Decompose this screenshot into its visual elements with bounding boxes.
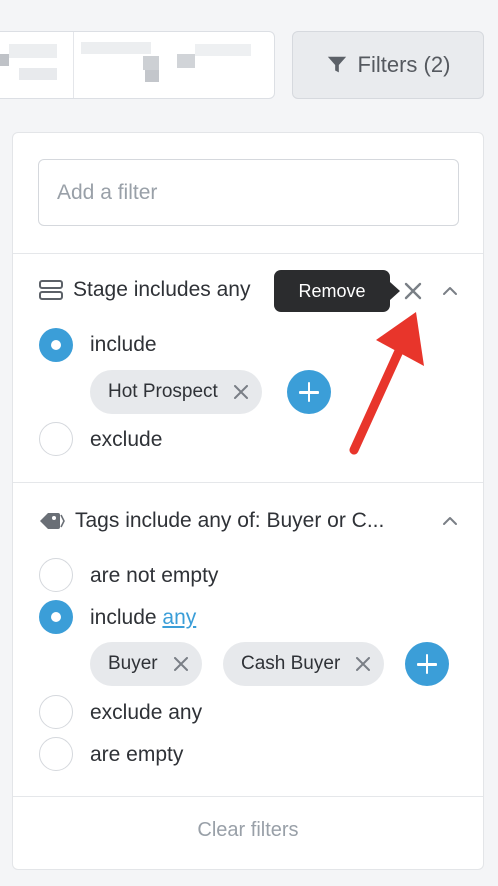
search-divider <box>73 32 74 98</box>
stage-exclude-radio[interactable] <box>39 422 73 456</box>
stage-add-chip-button[interactable] <box>287 370 331 414</box>
tags-chip: Buyer <box>90 642 202 686</box>
annotation-arrow-icon <box>349 312 424 455</box>
filters-panel: Stage includes any include Hot Prospect … <box>12 132 484 870</box>
filters-button[interactable]: Filters (2) <box>292 31 484 99</box>
tags-not-empty-radio[interactable] <box>39 558 73 592</box>
tags-empty-label: are empty <box>90 743 184 766</box>
tags-exclude-any-label: exclude any <box>90 701 203 724</box>
redacted-text <box>177 54 195 68</box>
add-filter-input[interactable] <box>38 159 459 226</box>
stage-exclude-label: exclude <box>90 428 163 451</box>
tags-filter-title: Tags include any of: Buyer or C... <box>75 509 385 532</box>
tags-include-radio[interactable] <box>39 600 73 634</box>
chip-label: Hot Prospect <box>108 381 218 402</box>
redacted-text <box>9 44 57 58</box>
divider <box>13 253 483 254</box>
redacted-text <box>143 56 159 70</box>
tags-chip: Cash Buyer <box>223 642 385 686</box>
stage-filter-header[interactable]: Stage includes any <box>39 278 250 302</box>
tags-empty-radio[interactable] <box>39 737 73 771</box>
tags-exclude-any-radio[interactable] <box>39 695 73 729</box>
tooltip-pointer <box>390 282 400 300</box>
stage-filter-title: Stage includes any <box>73 278 251 301</box>
chip-label: Buyer <box>108 653 158 674</box>
chevron-up-icon[interactable] <box>441 282 459 300</box>
tags-not-empty-label: are not empty <box>90 564 219 587</box>
redacted-text <box>195 44 251 56</box>
tag-icon <box>40 513 65 529</box>
clear-filters-button[interactable]: Clear filters <box>13 819 483 842</box>
tags-add-chip-button[interactable] <box>405 642 449 686</box>
tags-include-label: include any <box>90 606 197 629</box>
search-box[interactable] <box>0 31 275 99</box>
funnel-icon <box>327 56 346 73</box>
redacted-text <box>145 70 159 82</box>
stage-include-radio[interactable] <box>39 328 73 362</box>
divider <box>13 796 483 797</box>
filters-button-label: Filters (2) <box>357 52 451 77</box>
chip-remove-icon[interactable] <box>233 385 248 399</box>
any-link[interactable]: any <box>162 606 196 629</box>
redacted-text <box>0 54 9 66</box>
redacted-text <box>19 68 57 80</box>
chip-remove-icon[interactable] <box>356 657 371 671</box>
stage-include-label: include <box>90 333 157 356</box>
divider <box>13 482 483 483</box>
stage-icon <box>39 280 63 300</box>
redacted-text <box>81 42 151 54</box>
tags-filter-header[interactable]: Tags include any of: Buyer or C... <box>39 509 384 533</box>
chip-label: Cash Buyer <box>241 653 341 674</box>
chip-remove-icon[interactable] <box>173 657 188 671</box>
stage-chip: Hot Prospect <box>90 370 262 414</box>
chevron-up-icon[interactable] <box>441 512 459 530</box>
